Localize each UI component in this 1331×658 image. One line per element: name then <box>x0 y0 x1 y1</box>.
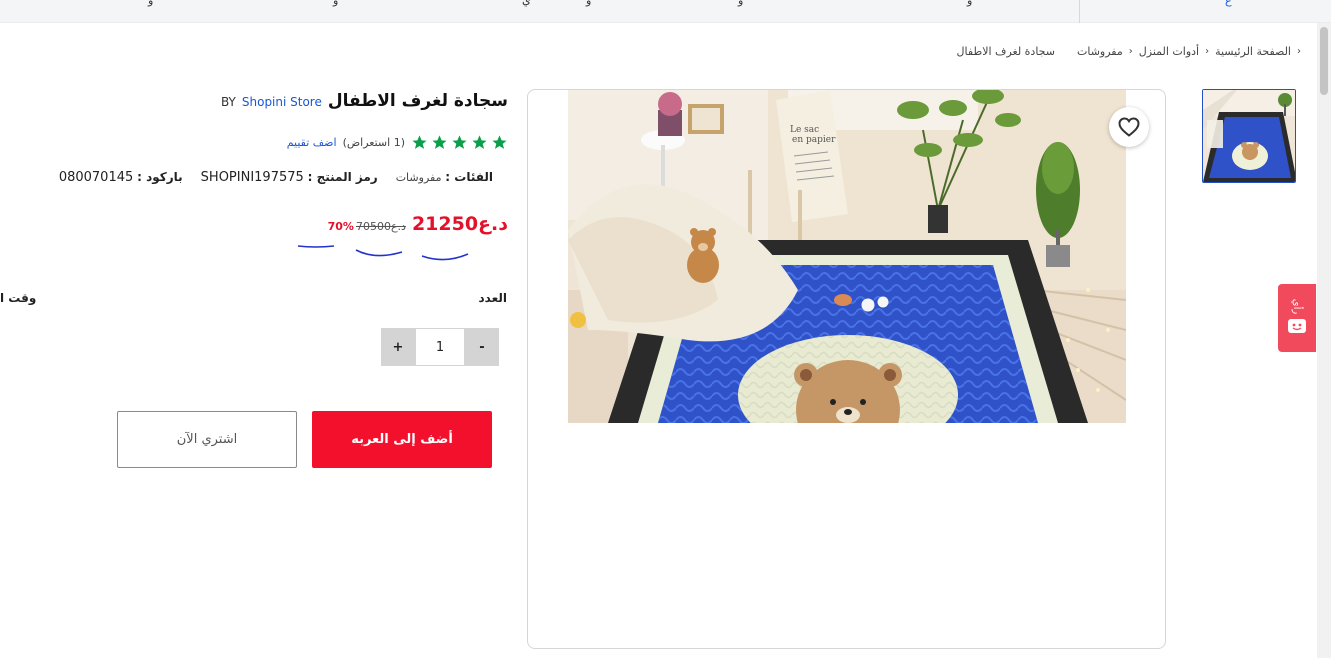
buy-now-button[interactable]: اشتري الآن <box>117 411 297 468</box>
nav-item[interactable]: ي <box>522 0 531 7</box>
category-label: الفئات : <box>445 170 493 184</box>
nav-item[interactable]: ع <box>1225 0 1232 7</box>
barcode-label: باركود : <box>137 170 183 184</box>
nav-item[interactable]: و <box>967 0 972 7</box>
by-label: BY <box>220 95 236 109</box>
page-scrollbar[interactable] <box>1317 23 1331 658</box>
wishlist-button[interactable] <box>1109 107 1149 147</box>
quantity-input[interactable]: 1 <box>415 328 465 366</box>
star-icon <box>492 135 507 149</box>
current-price: 21250 <box>411 213 479 235</box>
breadcrumb-subcategory[interactable]: مفروشات <box>1077 45 1123 58</box>
sku-label: رمز المنتج : <box>307 170 378 184</box>
breadcrumb-category[interactable]: أدوات المنزل <box>1139 45 1199 58</box>
breadcrumb-current: سجادة لغرف الاطفال <box>956 45 1055 58</box>
svg-text:en papier: en papier <box>792 135 836 145</box>
old-price: 70500 <box>355 220 391 233</box>
star-icon <box>432 135 447 149</box>
scrollbar-thumb[interactable] <box>1320 27 1328 95</box>
rating-stars <box>411 134 508 151</box>
star-icon <box>412 135 427 149</box>
feedback-label: رأي <box>1291 298 1303 314</box>
delivery-time-label: وقت ا <box>0 291 37 305</box>
rating-row: (1 استعراض) اضف تقييم <box>287 134 508 151</box>
nav-divider <box>1079 0 1080 23</box>
top-navigation-bar: و و ي و و و ع <box>0 0 1331 23</box>
chevron-icon: ‹ <box>1205 46 1210 57</box>
product-title: سجادة لغرف الاطفال <box>327 91 508 111</box>
discount-badge: 70% <box>327 220 354 233</box>
star-icon <box>472 135 487 149</box>
star-icon <box>452 135 467 149</box>
nav-item[interactable]: و <box>586 0 591 7</box>
price-currency: د.ع <box>478 213 508 235</box>
smiley-chat-icon <box>1288 318 1306 333</box>
svg-text:Le sac: Le sac <box>790 125 819 135</box>
breadcrumb: ‹ الصفحة الرئيسية ‹ أدوات المنزل ‹ مفروش… <box>957 45 1301 58</box>
nav-item[interactable]: و <box>738 0 743 7</box>
chevron-icon: ‹ <box>1128 46 1133 57</box>
product-title-row: سجادة لغرف الاطفال Shopini Store BY <box>221 91 508 111</box>
barcode-value: 080070145 <box>58 170 134 185</box>
category-value[interactable]: مفروشات <box>396 171 442 184</box>
product-thumbnail[interactable] <box>1202 89 1296 183</box>
old-price-currency: د.ع <box>390 220 406 233</box>
add-to-cart-button[interactable]: أضف إلى العربه <box>312 411 492 468</box>
chevron-icon: ‹ <box>1297 46 1301 57</box>
nav-item[interactable]: و <box>333 0 338 7</box>
add-review-link[interactable]: اضف تقييم <box>287 136 337 149</box>
sku-value: SHOPINI197575 <box>200 170 304 185</box>
feedback-tab[interactable]: رأي <box>1278 284 1316 352</box>
product-image-viewer[interactable]: Le sac en papier <box>527 89 1166 649</box>
price-row: د.ع 21250 د.ع 70500 70% <box>328 213 508 235</box>
product-photo: Le sac en papier <box>568 90 1126 423</box>
quantity-decrease-button[interactable]: - <box>465 328 499 366</box>
review-count[interactable]: (1 استعراض) <box>343 136 405 149</box>
product-meta: الفئات : مفروشات رمز المنتج : SHOPINI197… <box>59 170 493 185</box>
quantity-stepper: + 1 - <box>381 328 499 366</box>
nav-item[interactable]: و <box>148 0 153 7</box>
breadcrumb-home[interactable]: الصفحة الرئيسية <box>1215 45 1291 58</box>
handwritten-annotation <box>297 245 469 261</box>
store-link[interactable]: Shopini Store <box>242 95 322 109</box>
quantity-increase-button[interactable]: + <box>381 328 415 366</box>
quantity-label: العدد <box>478 291 507 305</box>
heart-icon <box>1118 117 1140 137</box>
